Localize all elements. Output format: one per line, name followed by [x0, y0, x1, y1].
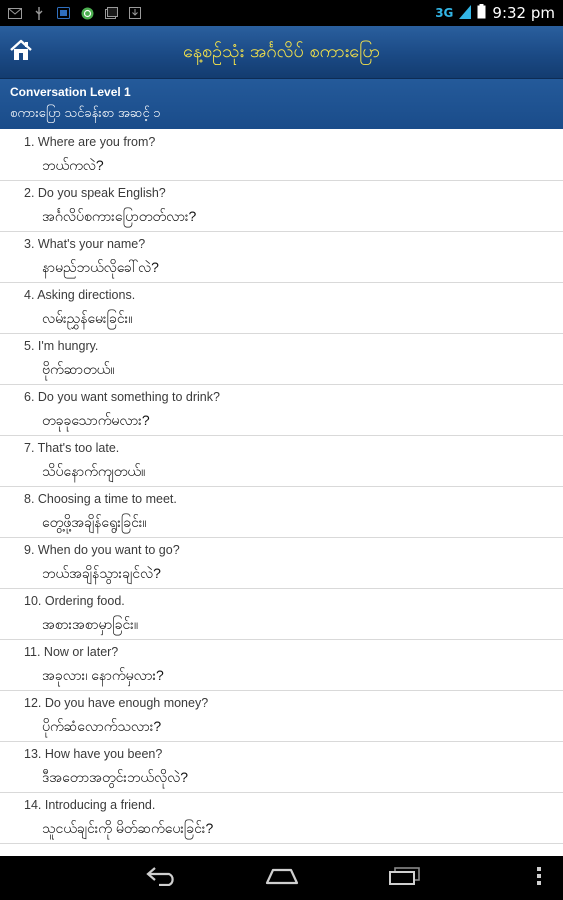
- list-item[interactable]: 13. How have you been? ဒီအတောအတွင်းဘယ်လို…: [0, 742, 563, 793]
- signal-icon: [459, 4, 472, 23]
- item-myanmar: လမ်းညွှန်မေးခြင်း။: [42, 310, 133, 326]
- item-myanmar: ဗိုက်ဆာတယ်။: [42, 361, 115, 377]
- list-item[interactable]: 3. What's your name? နာမည်ဘယ်လိုခေါ်လဲ?: [0, 232, 563, 283]
- list-item[interactable]: 1. Where are you from? ဘယ်ကလဲ?: [0, 130, 563, 181]
- list-item[interactable]: 6. Do you want something to drink? တခုခုသ…: [0, 385, 563, 436]
- item-english: 10. Ordering food.: [24, 594, 125, 608]
- home-nav-button[interactable]: [260, 856, 304, 900]
- item-english: 4. Asking directions.: [24, 288, 136, 302]
- item-myanmar: ဘယ်အချိန်သွားချင်လဲ?: [42, 565, 161, 581]
- item-myanmar: အစားအစာမှာခြင်း။: [42, 616, 139, 632]
- navigation-bar: [0, 856, 563, 900]
- status-bar: 3G 9:32 pm: [0, 0, 563, 26]
- battery-icon: [477, 3, 486, 23]
- system-status: 3G 9:32 pm: [435, 3, 563, 23]
- item-english: 5. I'm hungry.: [24, 339, 99, 353]
- list-item[interactable]: 2. Do you speak English? အင်္ဂလိပ်စကားပြေ…: [0, 181, 563, 232]
- list-item[interactable]: 12. Do you have enough money? ပိုက်ဆံလောက…: [0, 691, 563, 742]
- list-item[interactable]: 11. Now or later? အခုလား၊ နောက်မှလား?: [0, 640, 563, 691]
- lesson-list[interactable]: 1. Where are you from? ဘယ်ကလဲ? 2. Do you …: [0, 130, 563, 856]
- sync-icon: [80, 7, 94, 19]
- notification-icons: [0, 6, 142, 20]
- network-type: 3G: [435, 6, 454, 20]
- home-button[interactable]: [0, 26, 42, 78]
- item-myanmar: သိပ်နောက်ကျတယ်။: [42, 463, 146, 479]
- home-icon: [9, 39, 33, 65]
- notification-icon: [56, 7, 70, 19]
- list-item[interactable]: 4. Asking directions. လမ်းညွှန်မေးခြင်း။: [0, 283, 563, 334]
- item-english: 13. How have you been?: [24, 747, 163, 761]
- gallery-icon: [104, 7, 118, 19]
- item-english: 14. Introducing a friend.: [24, 798, 156, 812]
- app-title: နေ့စဉ်သုံး အင်္ဂလိပ် စကားပြော: [182, 40, 381, 62]
- item-myanmar: သူငယ်ချင်းကို မိတ်ဆက်ပေးခြင်း?: [42, 820, 214, 836]
- item-english: 9. When do you want to go?: [24, 543, 180, 557]
- list-item[interactable]: 5. I'm hungry. ဗိုက်ဆာတယ်။: [0, 334, 563, 385]
- item-english: 6. Do you want something to drink?: [24, 390, 220, 404]
- item-myanmar: တွေ့ဖို့အချိန်ရွေးခြင်း။: [42, 514, 147, 530]
- item-english: 12. Do you have enough money?: [24, 696, 209, 710]
- item-myanmar: ဒီအတောအတွင်းဘယ်လိုလဲ?: [42, 769, 189, 785]
- item-myanmar: အခုလား၊ နောက်မှလား?: [42, 667, 164, 683]
- list-item[interactable]: 9. When do you want to go? ဘယ်အချိန်သွားခ…: [0, 538, 563, 589]
- mail-icon: [8, 7, 22, 19]
- item-myanmar: တခုခုသောက်မလား?: [42, 412, 150, 428]
- item-english: 11. Now or later?: [24, 645, 119, 659]
- usb-icon: [32, 6, 46, 20]
- clock: 9:32 pm: [492, 4, 555, 22]
- item-english: 7. That's too late.: [24, 441, 120, 455]
- overflow-menu-icon: [536, 866, 542, 890]
- app-bar: နေ့စဉ်သုံး အင်္ဂလိပ် စကားပြော: [0, 26, 563, 79]
- recent-apps-button[interactable]: [382, 856, 426, 900]
- list-item[interactable]: 7. That's too late. သိပ်နောက်ကျတယ်။: [0, 436, 563, 487]
- back-icon: [145, 866, 179, 890]
- item-english: 2. Do you speak English?: [24, 186, 166, 200]
- recent-apps-icon: [388, 867, 420, 889]
- item-myanmar: ပိုက်ဆံလောက်သလား?: [42, 718, 162, 734]
- item-english: 8. Choosing a time to meet.: [24, 492, 177, 506]
- item-myanmar: ဘယ်ကလဲ?: [42, 157, 104, 173]
- home-nav-icon: [265, 867, 299, 889]
- item-english: 1. Where are you from?: [24, 135, 156, 149]
- section-subtitle: စကားပြော သင်ခန်းစာ အဆင့် ၁: [10, 105, 161, 120]
- overflow-menu-button[interactable]: [524, 856, 554, 900]
- list-item[interactable]: 8. Choosing a time to meet. တွေ့ဖို့အချိန…: [0, 487, 563, 538]
- section-title: Conversation Level 1: [10, 85, 131, 99]
- list-item[interactable]: 10. Ordering food. အစားအစာမှာခြင်း။: [0, 589, 563, 640]
- item-myanmar: အင်္ဂလိပ်စကားပြောတတ်လား?: [42, 208, 197, 224]
- back-button[interactable]: [140, 856, 184, 900]
- item-myanmar: နာမည်ဘယ်လိုခေါ်လဲ?: [42, 259, 159, 275]
- download-icon: [128, 7, 142, 19]
- list-item[interactable]: 14. Introducing a friend. သူငယ်ချင်းကို မ…: [0, 793, 563, 844]
- item-english: 3. What's your name?: [24, 237, 146, 251]
- section-header: Conversation Level 1 စကားပြော သင်ခန်းစာ …: [0, 79, 563, 129]
